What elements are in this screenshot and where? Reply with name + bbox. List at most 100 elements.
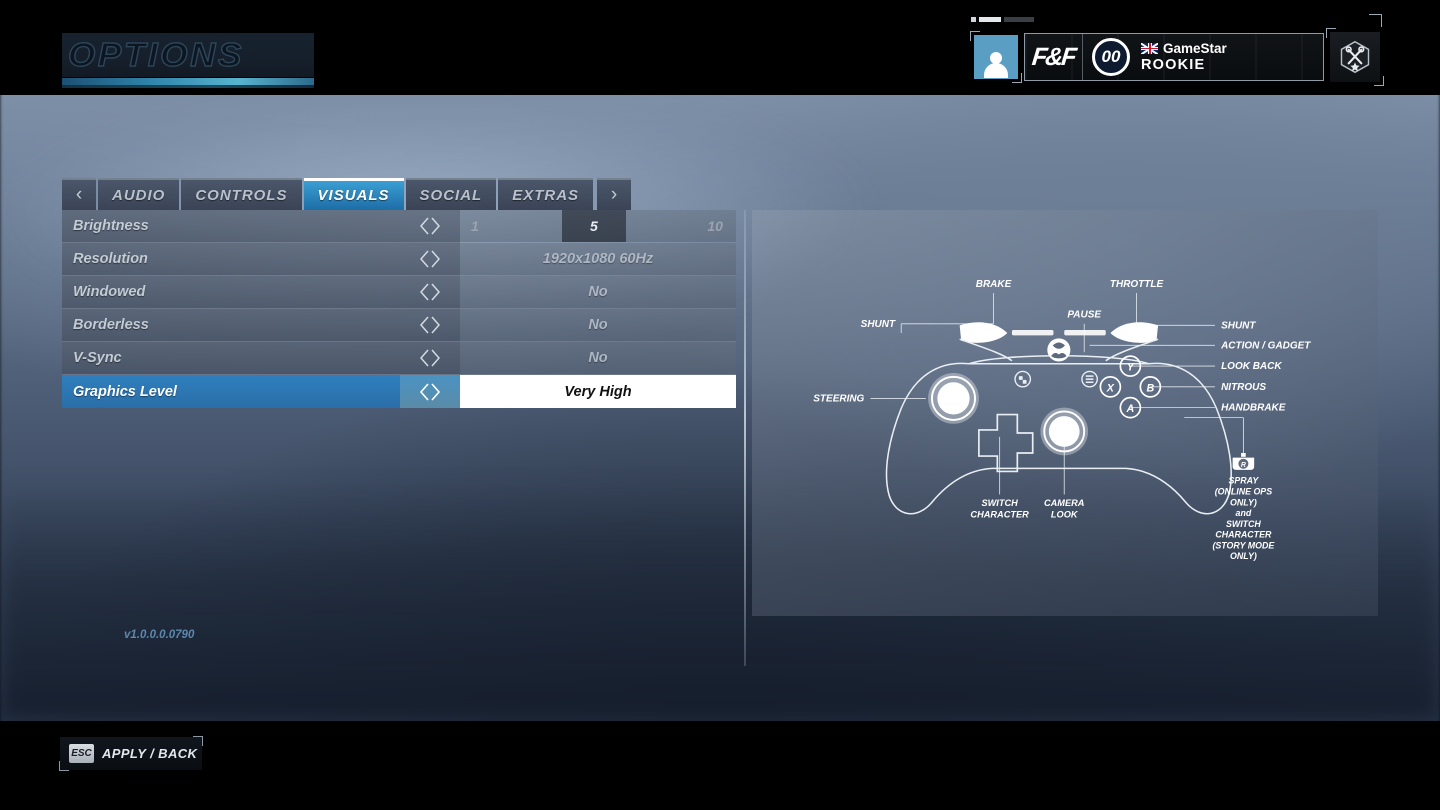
title-underline	[62, 78, 314, 85]
person-icon	[983, 49, 1009, 79]
tab-social[interactable]: SOCIAL	[405, 178, 497, 210]
avatar[interactable]	[974, 35, 1018, 79]
setting-value: 1920x1080 60Hz	[460, 243, 736, 276]
page-title-block: OPTIONS	[62, 33, 314, 88]
apply-back-label: APPLY / BACK	[102, 746, 198, 761]
label-shunt-left: SHUNT	[861, 319, 896, 330]
setting-stepper-arrows[interactable]	[400, 276, 460, 309]
corner-bracket-decoration	[1369, 14, 1382, 27]
setting-stepper-arrows[interactable]	[400, 309, 460, 342]
setting-stepper-arrows[interactable]	[400, 210, 460, 243]
button-b-label: B	[1146, 382, 1154, 394]
setting-label: Resolution	[62, 243, 400, 276]
setting-stepper-arrows[interactable]	[400, 375, 460, 408]
diamond-stepper-icon	[420, 316, 440, 334]
label-nitrous: NITROUS	[1221, 382, 1266, 393]
brightness-max: 10	[625, 210, 736, 242]
settings-tabs: ‹ AUDIO CONTROLS VISUALS SOCIAL EXTRAS ›	[62, 178, 632, 210]
spray-note-0: SPRAY	[1229, 476, 1260, 486]
label-camera-look-line1: CAMERA	[1044, 498, 1084, 508]
spray-note-6: (STORY MODE	[1212, 540, 1275, 550]
franchise-logo-cell: F&F	[1025, 34, 1083, 80]
player-name: GameStar	[1163, 41, 1227, 56]
tab-next-arrow[interactable]: ›	[597, 178, 632, 210]
label-camera-look-line2: LOOK	[1051, 510, 1079, 520]
version-label: v1.0.0.0.0790	[124, 629, 195, 641]
spray-note-3: and	[1236, 508, 1252, 518]
label-action-gadget: ACTION / GADGET	[1220, 340, 1311, 351]
player-card[interactable]: F&F 00 GameStar ROOKIE	[1024, 33, 1324, 81]
player-hud: F&F 00 GameStar ROOKIE	[970, 17, 1384, 88]
bottom-letterbox-bar	[0, 721, 1440, 810]
setting-row-borderless[interactable]: Borderless No	[62, 309, 736, 342]
setting-row-resolution[interactable]: Resolution 1920x1080 60Hz	[62, 243, 736, 276]
spray-note-5: CHARACTER	[1215, 530, 1272, 540]
esc-key-icon: ESC	[69, 744, 94, 763]
franchise-logo: F&F	[1030, 42, 1077, 71]
apply-back-button[interactable]: ESC APPLY / BACK	[59, 736, 203, 771]
tools-bracket	[1326, 28, 1384, 86]
button-x-label: X	[1106, 382, 1115, 394]
label-pause: PAUSE	[1067, 310, 1101, 321]
spray-note-2: ONLY)	[1230, 497, 1257, 507]
label-handbrake: HANDBRAKE	[1221, 403, 1286, 414]
spray-note-7: ONLY)	[1230, 551, 1257, 561]
page-title: OPTIONS	[67, 35, 244, 73]
button-y-label: Y	[1127, 362, 1135, 374]
crossed-wrenches-icon	[1340, 40, 1370, 74]
setting-row-windowed[interactable]: Windowed No	[62, 276, 736, 309]
diamond-stepper-icon	[420, 349, 440, 367]
controller-diagram-panel: Y X B A R BRAKE THROTTLE SHUNT SHUNT PAU…	[752, 210, 1378, 616]
setting-label: Windowed	[62, 276, 400, 309]
tab-extras[interactable]: EXTRAS	[498, 178, 594, 210]
setting-row-graphics-level[interactable]: Graphics Level Very High	[62, 375, 736, 408]
xp-progress-bar	[971, 17, 1034, 22]
setting-label: Graphics Level	[62, 375, 400, 408]
setting-row-brightness[interactable]: Brightness 1 5 10	[62, 210, 736, 243]
label-shunt-right: SHUNT	[1221, 320, 1256, 331]
spray-note-1: (ONLINE OPS	[1215, 487, 1272, 497]
label-brake: BRAKE	[976, 279, 1012, 290]
setting-stepper-arrows[interactable]	[400, 243, 460, 276]
tab-prev-arrow[interactable]: ‹	[62, 178, 96, 210]
tab-controls[interactable]: CONTROLS	[181, 178, 302, 210]
label-throttle: THROTTLE	[1110, 279, 1164, 290]
uk-flag-icon	[1141, 43, 1158, 54]
page-title-plate: OPTIONS	[62, 33, 314, 77]
setting-value: No	[460, 276, 736, 309]
diamond-stepper-icon	[420, 283, 440, 301]
footer-corner-decoration	[193, 736, 203, 746]
player-identity: GameStar ROOKIE	[1139, 41, 1227, 73]
tab-visuals[interactable]: VISUALS	[303, 178, 404, 210]
setting-row-vsync[interactable]: V-Sync No	[62, 342, 736, 375]
brightness-value: 5	[562, 210, 626, 242]
diamond-stepper-icon	[419, 382, 441, 401]
tab-audio[interactable]: AUDIO	[98, 178, 180, 210]
footer-corner-decoration	[59, 761, 69, 771]
player-rank: ROOKIE	[1141, 57, 1206, 73]
spray-note-block: SPRAY (ONLINE OPS ONLY) and SWITCH CHARA…	[1212, 476, 1275, 561]
setting-value: No	[460, 342, 736, 375]
title-underline-shadow	[62, 85, 314, 88]
main-content: ‹ AUDIO CONTROLS VISUALS SOCIAL EXTRAS ›…	[0, 95, 1440, 721]
setting-label: Brightness	[62, 210, 400, 243]
setting-value: No	[460, 309, 736, 342]
settings-list: Brightness 1 5 10 Resolution 1920x1080 6…	[62, 210, 736, 666]
avatar-bracket	[970, 17, 1034, 83]
brightness-min: 1	[460, 210, 563, 242]
setting-stepper-arrows[interactable]	[400, 342, 460, 375]
setting-label: Borderless	[62, 309, 400, 342]
label-switch-character-line1: SWITCH	[981, 498, 1018, 508]
diamond-stepper-icon	[420, 217, 440, 235]
label-look-back: LOOK BACK	[1221, 361, 1282, 372]
setting-value: Very High	[460, 375, 736, 408]
diamond-stepper-icon	[420, 250, 440, 268]
player-name-row: GameStar	[1141, 41, 1227, 56]
setting-label: V-Sync	[62, 342, 400, 375]
tools-button[interactable]	[1330, 32, 1380, 82]
level-badge: 00	[1092, 38, 1130, 76]
brightness-slider[interactable]: 1 5 10	[460, 210, 736, 243]
panel-divider	[744, 210, 746, 666]
spray-note-4: SWITCH	[1226, 519, 1261, 529]
button-a-label: A	[1125, 403, 1134, 415]
